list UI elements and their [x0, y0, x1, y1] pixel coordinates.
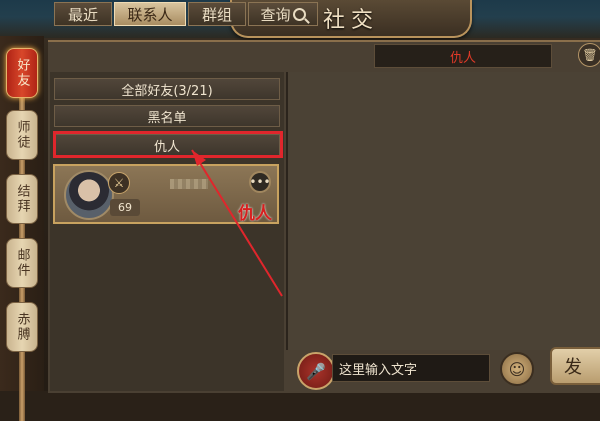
annotation-arrow-line	[191, 149, 283, 297]
annotation-arrow	[191, 149, 283, 297]
annotation-arrow-head	[192, 150, 206, 166]
